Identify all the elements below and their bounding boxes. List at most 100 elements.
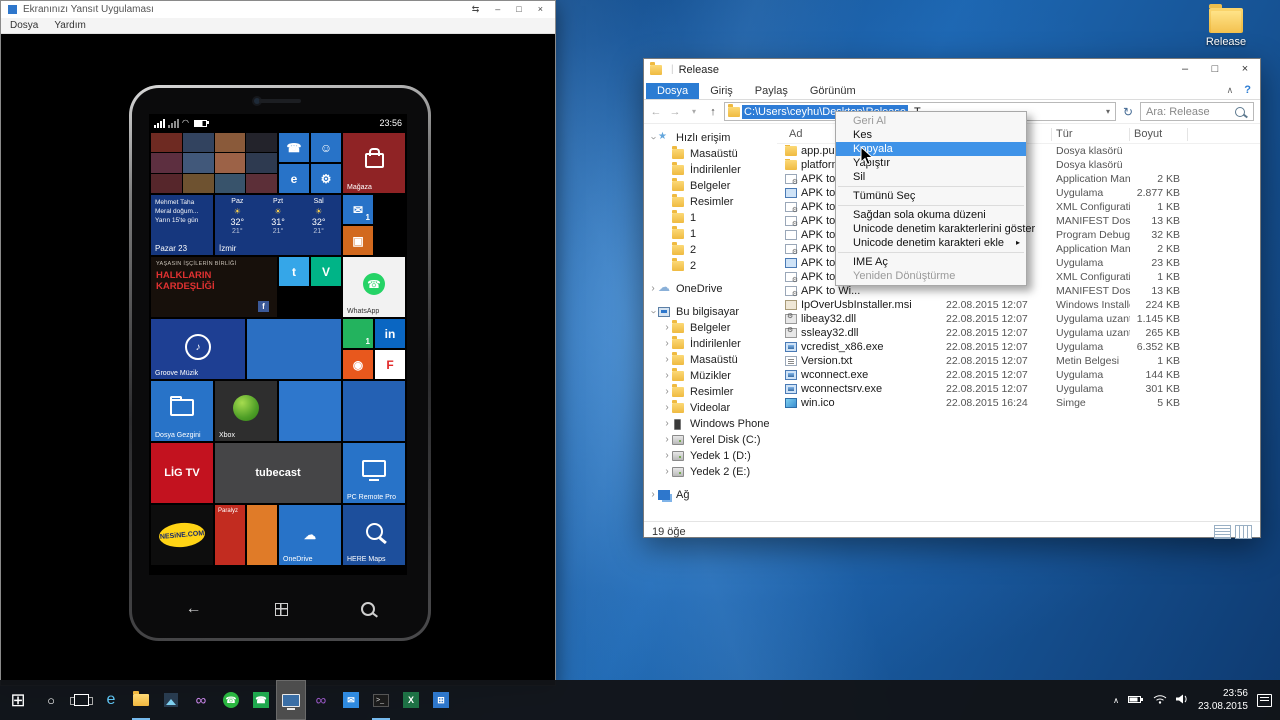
tile-orange-app[interactable]: ▣ [343, 226, 373, 255]
tile-onedrive[interactable]: ☁OneDrive [279, 505, 341, 565]
minimize-button[interactable]: – [1170, 59, 1200, 80]
network-icon[interactable] [1153, 691, 1167, 709]
sidebar-item-1[interactable]: 1 [644, 210, 777, 226]
taskbar-mail-app[interactable]: ✉ [336, 680, 366, 720]
taskbar-start[interactable]: ⊞ [0, 680, 36, 720]
taskbar-mirror-app[interactable] [276, 680, 306, 720]
tile-phone[interactable]: ☎ [279, 133, 309, 162]
taskbar-cortana-search[interactable]: ○ [36, 680, 66, 720]
file-row[interactable]: ssleay32.dll22.08.2015 12:07Uygulama uza… [777, 326, 1260, 340]
taskbar-phone-app[interactable]: ☎ [246, 680, 276, 720]
tile-ad-red[interactable]: Paralyz [215, 505, 245, 565]
sidebar-item-m-zikler[interactable]: ›Müzikler [644, 368, 777, 384]
details-view-icon[interactable] [1214, 525, 1231, 539]
sidebar-item-yedek-1-d[interactable]: ›Yedek 1 (D:) [644, 448, 777, 464]
sidebar-item-bu-bilgisayar[interactable]: ›Bu bilgisayar [644, 304, 777, 320]
menu-dosya[interactable]: Dosya [10, 20, 38, 31]
taskbar-photos[interactable] [156, 680, 186, 720]
menu-item-yeniden-d-n-t-rme[interactable]: Yeniden Dönüştürme [836, 269, 1026, 283]
tile-nesine[interactable]: NESiNE.COM [151, 505, 213, 565]
thumbnails-view-icon[interactable] [1235, 525, 1252, 539]
menu-item-unicode-denetim-karakterlerini-g-ster[interactable]: Unicode denetim karakterlerini göster [836, 222, 1026, 236]
tile-twitter[interactable]: t [279, 257, 309, 286]
tile-music-video[interactable] [247, 319, 341, 379]
tile-whatsapp-chat[interactable]: 1 [343, 319, 373, 348]
menu-item-sa-dan-sola-okuma-d-zeni[interactable]: Sağdan sola okuma düzeni [836, 208, 1026, 222]
tray-clock[interactable]: 23:56 23.08.2015 [1198, 687, 1248, 713]
ribbon-collapse-icon[interactable]: ∧ [1227, 85, 1234, 96]
tab-dosya[interactable]: Dosya [646, 83, 699, 99]
tile-settings[interactable]: ⚙ [311, 164, 341, 193]
tile-flipboard[interactable]: F [375, 350, 405, 379]
back-button[interactable]: ← [186, 600, 202, 618]
sidebar-item-videolar[interactable]: ›Videolar [644, 400, 777, 416]
taskbar-console[interactable]: >_ [366, 680, 396, 720]
tile-file-explorer[interactable]: Dosya Gezgini [151, 381, 213, 441]
taskbar-wp-app[interactable]: ⊞ [426, 680, 456, 720]
tile-groove[interactable]: ♪Groove Müzik [151, 319, 245, 379]
file-row[interactable]: wconnectsrv.exe22.08.2015 12:07Uygulama3… [777, 382, 1260, 396]
tab-giris[interactable]: Giriş [699, 83, 744, 99]
tile-apps-blue-2[interactable] [343, 381, 405, 441]
sidebar-item-2[interactable]: 2 [644, 242, 777, 258]
sidebar-item-1[interactable]: 1 [644, 226, 777, 242]
sidebar-item-masa-st[interactable]: ›Masaüstü [644, 352, 777, 368]
tile-edge[interactable]: e [279, 164, 309, 193]
column-type[interactable]: Tür [1052, 128, 1130, 141]
sidebar-item-h-zl-eri-im[interactable]: ›Hızlı erişim [644, 130, 777, 146]
search-input[interactable]: Ara: Release [1140, 102, 1254, 121]
file-row[interactable]: vcredist_x86.exe22.08.2015 12:07Uygulama… [777, 340, 1260, 354]
desktop-icon-release[interactable]: Release [1198, 8, 1254, 48]
tile-ligtv[interactable]: LİG TV [151, 443, 213, 503]
tab-paylas[interactable]: Paylaş [744, 83, 799, 99]
address-dropdown-icon[interactable]: ▾ [1101, 107, 1115, 116]
tile-linkedin[interactable]: in [375, 319, 405, 348]
tile-swarm[interactable]: ◉ [343, 350, 373, 379]
tile-apps-blue-1[interactable] [279, 381, 341, 441]
tile-calendar[interactable]: Mehmet TahaMeral doğum...Yarın 15'te gün… [151, 195, 213, 255]
file-row[interactable]: APK to Wi...MANIFEST Dosyası13 KB [777, 284, 1260, 298]
forward-icon[interactable]: → [667, 106, 683, 118]
sidebar-item-windows-phone[interactable]: ›Windows Phone [644, 416, 777, 432]
action-center-icon[interactable] [1257, 694, 1272, 707]
volume-icon[interactable] [1176, 691, 1189, 709]
up-icon[interactable]: ↑ [705, 106, 721, 118]
tile-news[interactable]: YAŞASIN İŞÇİLERİN BİRLİĞİHALKLARIN KARDE… [151, 257, 277, 317]
tile-ad-orange[interactable] [247, 505, 277, 565]
tray-expand-icon[interactable]: ∧ [1113, 696, 1119, 705]
menu-item-geri-al[interactable]: Geri Al [836, 114, 1026, 128]
tile-here-maps[interactable]: HERE Maps [343, 505, 405, 565]
taskbar-whatsapp[interactable]: ☎ [216, 680, 246, 720]
windows-button[interactable] [275, 603, 288, 616]
sidebar-item-a[interactable]: ›Ağ [644, 487, 777, 503]
tile-store[interactable]: Mağaza [343, 133, 405, 193]
sidebar-item-belgeler[interactable]: Belgeler [644, 178, 777, 194]
sidebar-item-i-ndirilenler[interactable]: ›İndirilenler [644, 336, 777, 352]
tile-weather[interactable]: Paz☀32°21°Pzt☀31°21°Sal☀32°21°İzmir [215, 195, 341, 255]
taskbar-visual-studio[interactable]: ∞ [186, 680, 216, 720]
sidebar-item-masa-st[interactable]: Masaüstü [644, 146, 777, 162]
sidebar-item-onedrive[interactable]: ›OneDrive [644, 281, 777, 297]
file-row[interactable]: libeay32.dll22.08.2015 12:07Uygulama uza… [777, 312, 1260, 326]
sidebar-item-resimler[interactable]: ›Resimler [644, 384, 777, 400]
sidebar-item-i-ndirilenler[interactable]: İndirilenler [644, 162, 777, 178]
file-row[interactable]: Version.txt22.08.2015 12:07Metin Belgesi… [777, 354, 1260, 368]
tile-tubecast[interactable]: tubecast [215, 443, 341, 503]
sidebar-item-resimler[interactable]: Resimler [644, 194, 777, 210]
close-button[interactable]: × [1230, 59, 1260, 80]
menu-item-unicode-denetim-karakteri-ekle[interactable]: Unicode denetim karakteri ekle▸ [836, 236, 1026, 250]
file-row[interactable]: win.ico22.08.2015 16:24Simge5 KB [777, 396, 1260, 410]
battery-icon[interactable] [1128, 691, 1144, 709]
tile-people[interactable] [151, 133, 277, 193]
taskbar-excel[interactable]: X [396, 680, 426, 720]
tile-vine[interactable]: V [311, 257, 341, 286]
menu-item-t-m-n-se[interactable]: Tümünü Seç [836, 189, 1026, 203]
tile-xbox[interactable]: Xbox [215, 381, 277, 441]
tile-messaging[interactable]: ☺ [311, 133, 341, 162]
close-button[interactable]: × [538, 4, 543, 15]
maximize-button[interactable]: □ [1200, 59, 1230, 80]
taskbar-edge[interactable]: e [96, 680, 126, 720]
taskbar-file-explorer[interactable] [126, 680, 156, 720]
tab-gorunum[interactable]: Görünüm [799, 83, 867, 99]
file-row[interactable]: IpOverUsbInstaller.msi22.08.2015 12:07Wi… [777, 298, 1260, 312]
